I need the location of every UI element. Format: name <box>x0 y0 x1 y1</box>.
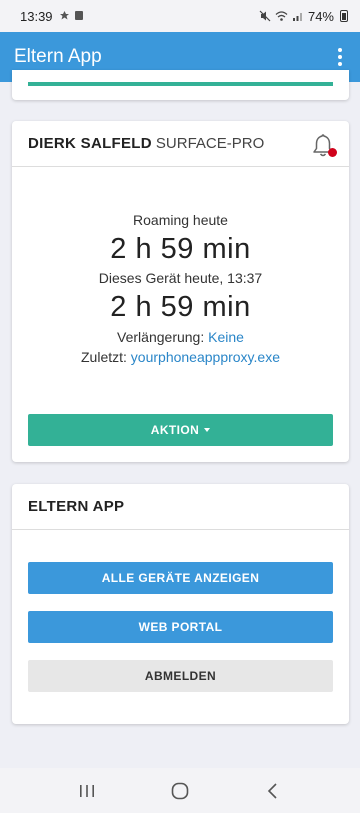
status-left-icons <box>59 10 85 21</box>
recent-apps-icon[interactable] <box>67 776 107 806</box>
bell-icon[interactable] <box>311 133 337 159</box>
notification-icon <box>59 11 69 20</box>
app-card: ELTERN APP ALLE GERÄTE ANZEIGEN WEB PORT… <box>12 484 349 724</box>
app-card-title: ELTERN APP <box>28 498 125 515</box>
battery-icon <box>340 10 348 22</box>
more-vert-icon[interactable] <box>334 44 346 70</box>
roaming-label: Roaming heute <box>133 212 228 228</box>
last-app-label: Zuletzt: <box>81 349 127 365</box>
last-app-line: Zuletzt: yourphoneappproxy.exe <box>12 347 349 367</box>
show-all-devices-label: ALLE GERÄTE ANZEIGEN <box>101 571 260 585</box>
battery-text: 74% <box>307 8 334 24</box>
extension-label: Verlängerung: <box>117 329 205 345</box>
device-card: DIERK SALFELD SURFACE-PRO Roaming heute … <box>12 121 349 462</box>
device-model: SURFACE-PRO <box>155 135 265 152</box>
caret-down-icon <box>204 428 211 432</box>
action-button-label: AKTION <box>150 423 200 437</box>
home-icon[interactable] <box>160 776 200 806</box>
status-right: 74% <box>259 9 348 24</box>
logout-label: ABMELDEN <box>144 669 217 683</box>
web-portal-label: WEB PORTAL <box>138 620 223 634</box>
back-icon[interactable] <box>253 776 293 806</box>
device-user-name: DIERK SALFELD <box>28 135 152 152</box>
app-title: Eltern App <box>14 46 102 67</box>
extension-link[interactable]: Keine <box>208 329 244 345</box>
signal-icon <box>292 13 302 21</box>
mute-icon <box>259 10 271 22</box>
web-portal-button[interactable]: WEB PORTAL <box>28 611 333 643</box>
device-today-label: Dieses Gerät heute, 13:37 <box>98 270 263 286</box>
system-nav-bar <box>0 768 360 813</box>
device-card-header: DIERK SALFELD SURFACE-PRO <box>12 121 349 167</box>
gallery-icon <box>75 11 84 21</box>
last-app-link[interactable]: yourphoneappproxy.exe <box>131 349 280 365</box>
action-button[interactable]: AKTION <box>28 414 333 446</box>
status-time: 13:39 <box>20 8 53 24</box>
extension-line: Verlängerung: Keine <box>12 327 349 347</box>
status-bar: 13:39 74% <box>0 0 360 32</box>
roaming-time: 2 h 59 min <box>110 233 251 265</box>
previous-card <box>12 70 349 100</box>
wifi-icon <box>275 11 288 21</box>
device-today-time: 2 h 59 min <box>110 291 251 323</box>
show-all-devices-button[interactable]: ALLE GERÄTE ANZEIGEN <box>28 562 333 594</box>
device-body: Roaming heute 2 h 59 min Dieses Gerät he… <box>12 167 349 367</box>
app-card-header: ELTERN APP <box>12 484 349 530</box>
previous-card-button[interactable] <box>28 82 333 86</box>
notification-dot <box>328 148 337 157</box>
logout-button[interactable]: ABMELDEN <box>28 660 333 692</box>
